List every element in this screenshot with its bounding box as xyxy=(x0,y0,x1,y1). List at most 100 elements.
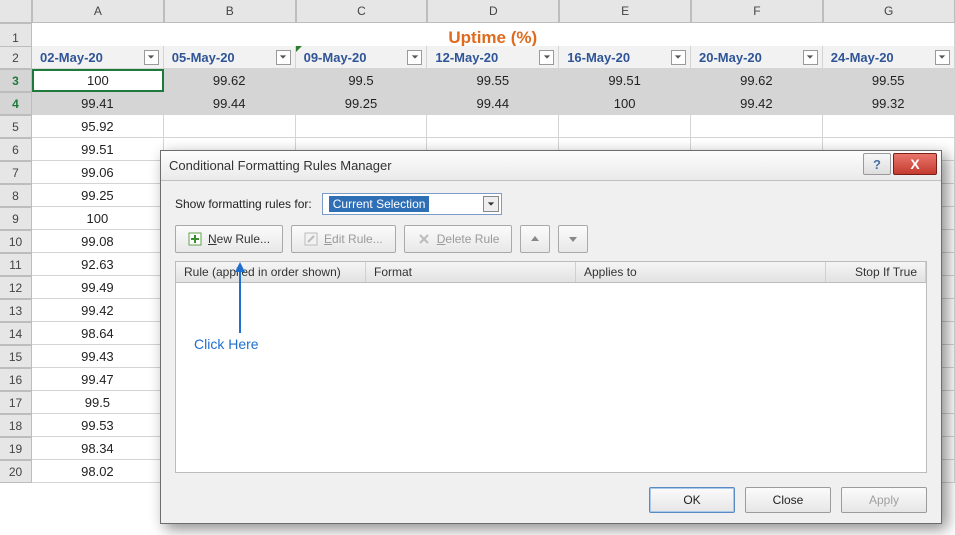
cell[interactable]: 99.25 xyxy=(32,184,164,207)
chevron-down-icon[interactable] xyxy=(483,196,499,212)
close-icon[interactable]: X xyxy=(893,153,937,175)
cell[interactable]: 95.92 xyxy=(32,115,164,138)
cell[interactable]: 99.41 xyxy=(32,92,164,115)
col-header-g[interactable]: G xyxy=(823,0,955,23)
move-up-button[interactable] xyxy=(520,225,550,253)
cell[interactable] xyxy=(559,115,691,138)
filter-button[interactable] xyxy=(935,50,950,65)
show-for-select[interactable]: Current Selection xyxy=(322,193,502,215)
move-down-button[interactable] xyxy=(558,225,588,253)
delete-rule-button[interactable]: Delete Rule xyxy=(404,225,513,253)
row-header-5[interactable]: 5 xyxy=(0,115,32,138)
help-button[interactable]: ? xyxy=(863,153,891,175)
cell[interactable]: 99.25 xyxy=(296,92,428,115)
cell[interactable]: 99.42 xyxy=(32,299,164,322)
cell[interactable]: 92.63 xyxy=(32,253,164,276)
col-header-d[interactable]: D xyxy=(427,0,559,23)
row-header-19[interactable]: 19 xyxy=(0,437,32,460)
cell[interactable]: 100 xyxy=(559,92,691,115)
row-header-6[interactable]: 6 xyxy=(0,138,32,161)
rules-list[interactable] xyxy=(175,283,927,473)
cell[interactable]: 98.64 xyxy=(32,322,164,345)
cell-a3[interactable]: 100 xyxy=(32,69,164,92)
row-header-12[interactable]: 12 xyxy=(0,276,32,299)
row-header-18[interactable]: 18 xyxy=(0,414,32,437)
apply-button[interactable]: Apply xyxy=(841,487,927,513)
cell[interactable] xyxy=(296,115,428,138)
date-header[interactable]: 16-May-20 xyxy=(559,46,691,69)
edit-rule-label: Edit Rule... xyxy=(324,232,383,246)
cell[interactable]: 99.5 xyxy=(32,391,164,414)
row-header-3[interactable]: 3 xyxy=(0,69,32,92)
filter-button[interactable] xyxy=(276,50,291,65)
cell[interactable] xyxy=(823,115,955,138)
edit-rule-icon xyxy=(304,232,318,246)
col-header-a[interactable]: A xyxy=(32,0,164,23)
filter-button[interactable] xyxy=(144,50,159,65)
new-rule-label: New Rule... xyxy=(208,232,270,246)
row-header-2[interactable]: 2 xyxy=(0,46,32,69)
row-header-14[interactable]: 14 xyxy=(0,322,32,345)
date-header[interactable]: 05-May-20 xyxy=(164,46,296,69)
date-header[interactable]: 24-May-20 xyxy=(823,46,955,69)
close-button[interactable]: Close xyxy=(745,487,831,513)
filter-button[interactable] xyxy=(407,50,422,65)
row-header-20[interactable]: 20 xyxy=(0,460,32,483)
row-header-17[interactable]: 17 xyxy=(0,391,32,414)
cell[interactable]: 99.47 xyxy=(32,368,164,391)
edit-rule-button[interactable]: Edit Rule... xyxy=(291,225,396,253)
row-header-8[interactable]: 8 xyxy=(0,184,32,207)
col-header-e[interactable]: E xyxy=(559,0,691,23)
cell[interactable]: 99.06 xyxy=(32,161,164,184)
new-rule-button[interactable]: New Rule... xyxy=(175,225,283,253)
cell[interactable] xyxy=(427,115,559,138)
date-header[interactable]: 12-May-20 xyxy=(427,46,559,69)
row-header-4[interactable]: 4 xyxy=(0,92,32,115)
row-header-15[interactable]: 15 xyxy=(0,345,32,368)
cell[interactable]: 99.44 xyxy=(427,92,559,115)
row-header-16[interactable]: 16 xyxy=(0,368,32,391)
filter-button[interactable] xyxy=(803,50,818,65)
filter-button[interactable] xyxy=(671,50,686,65)
cell[interactable]: 98.34 xyxy=(32,437,164,460)
date-header[interactable]: 02-May-20 xyxy=(32,46,164,69)
cell[interactable]: 99.5 xyxy=(296,69,428,92)
row-header-13[interactable]: 13 xyxy=(0,299,32,322)
filter-button[interactable] xyxy=(539,50,554,65)
cell[interactable]: 99.08 xyxy=(32,230,164,253)
cell[interactable]: 99.43 xyxy=(32,345,164,368)
col-header-f[interactable]: F xyxy=(691,0,823,23)
cell[interactable]: 99.44 xyxy=(164,92,296,115)
cell[interactable]: 99.55 xyxy=(427,69,559,92)
row-header-9[interactable]: 9 xyxy=(0,207,32,230)
cell[interactable]: 98.02 xyxy=(32,460,164,483)
cell[interactable]: 99.55 xyxy=(823,69,955,92)
date-header[interactable]: 09-May-20 xyxy=(296,46,428,69)
cell[interactable]: 99.51 xyxy=(559,69,691,92)
ok-button[interactable]: OK xyxy=(649,487,735,513)
date-label: 02-May-20 xyxy=(40,50,103,65)
cell[interactable]: 99.62 xyxy=(691,69,823,92)
col-header-c[interactable]: C xyxy=(296,0,428,23)
select-all-corner[interactable] xyxy=(0,0,32,23)
show-for-value: Current Selection xyxy=(329,196,430,212)
date-label: 09-May-20 xyxy=(304,50,367,65)
cell[interactable]: 99.62 xyxy=(164,69,296,92)
cell[interactable] xyxy=(691,115,823,138)
cell[interactable]: 99.53 xyxy=(32,414,164,437)
rules-columns-header: Rule (applied in order shown) Format App… xyxy=(175,261,927,283)
cell[interactable] xyxy=(164,115,296,138)
date-header[interactable]: 20-May-20 xyxy=(691,46,823,69)
row-header-7[interactable]: 7 xyxy=(0,161,32,184)
cell[interactable]: 99.42 xyxy=(691,92,823,115)
col-stop: Stop If True xyxy=(826,262,926,282)
cell[interactable]: 100 xyxy=(32,207,164,230)
show-for-label: Show formatting rules for: xyxy=(175,197,312,211)
row-header-11[interactable]: 11 xyxy=(0,253,32,276)
cell[interactable]: 99.51 xyxy=(32,138,164,161)
cell[interactable]: 99.32 xyxy=(823,92,955,115)
col-header-b[interactable]: B xyxy=(164,0,296,23)
cell[interactable]: 99.49 xyxy=(32,276,164,299)
row-header-10[interactable]: 10 xyxy=(0,230,32,253)
dialog-titlebar[interactable]: Conditional Formatting Rules Manager ? X xyxy=(161,151,941,181)
